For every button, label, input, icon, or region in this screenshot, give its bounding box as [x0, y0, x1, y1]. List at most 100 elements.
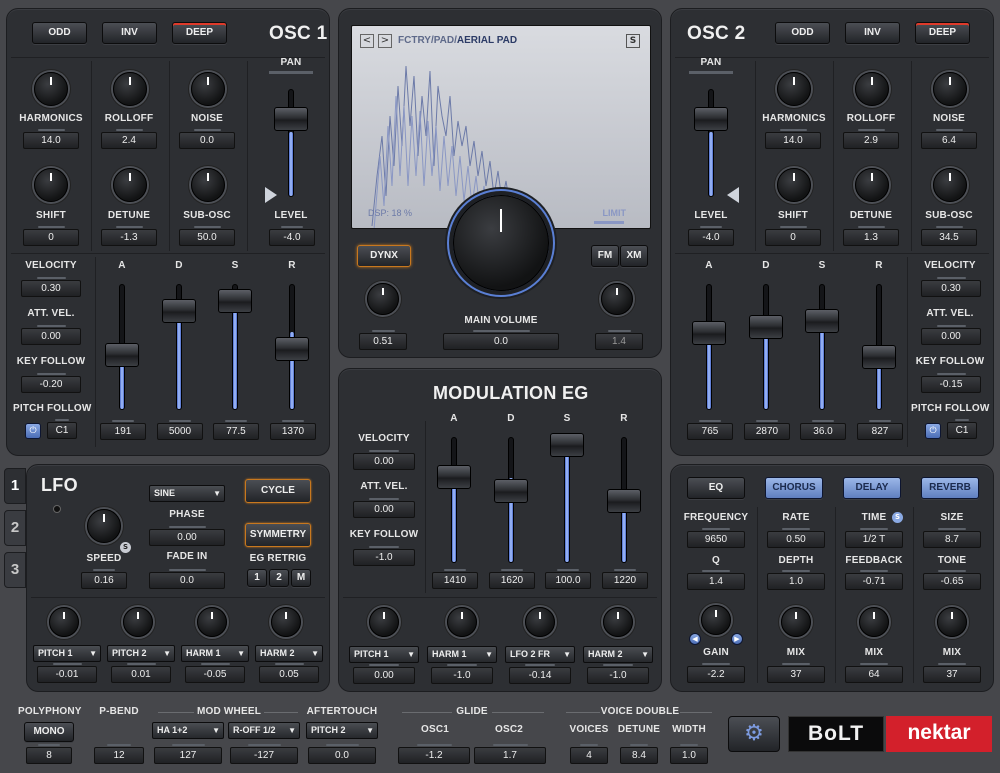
modeg-r-value[interactable]: 1220 — [602, 569, 648, 589]
osc1-subosc-value[interactable]: 50.0 — [179, 226, 235, 246]
modeg-dest3-dropdown[interactable]: LFO 2 FR — [505, 646, 575, 663]
lfo-dest1-amount-knob[interactable] — [49, 607, 79, 637]
osc1-velocity-value[interactable]: 0.30 — [21, 277, 81, 297]
delay-button[interactable]: DELAY — [843, 477, 901, 499]
osc1-r-slider-cap[interactable] — [275, 337, 309, 361]
osc2-shift-knob[interactable] — [777, 168, 811, 202]
display-prev-button[interactable]: < — [360, 34, 374, 48]
lfo-dest4-dropdown[interactable]: HARM 2 — [255, 645, 323, 662]
lfo-dest2-value[interactable]: 0.01 — [111, 663, 171, 683]
eq-button[interactable]: EQ — [687, 477, 745, 499]
osc2-detune-knob[interactable] — [855, 168, 889, 202]
lfo-cycle-button[interactable]: CYCLE — [245, 479, 311, 503]
osc1-level-slider-cap[interactable] — [274, 107, 308, 131]
settings-button[interactable]: ⚙ — [728, 716, 780, 752]
width-value[interactable]: 1.0 — [670, 744, 708, 764]
osc2-shift-value[interactable]: 0 — [765, 226, 821, 246]
reverb-mix-value[interactable]: 37 — [923, 663, 981, 683]
dynx-amount-value[interactable]: 0.51 — [359, 330, 407, 350]
modeg-r-slider-cap[interactable] — [607, 489, 641, 513]
modeg-attvel-value[interactable]: 0.00 — [353, 498, 415, 518]
osc1-r-value[interactable]: 1370 — [270, 420, 316, 440]
lfo-dest2-dropdown[interactable]: PITCH 2 — [107, 645, 175, 662]
modeg-dest1-amount-knob[interactable] — [369, 607, 399, 637]
modwheel-dest1-dropdown[interactable]: HA 1+2 — [152, 722, 224, 739]
modeg-dest2-dropdown[interactable]: HARM 1 — [427, 646, 497, 663]
osc2-a-value[interactable]: 765 — [687, 420, 733, 440]
osc2-r-slider-cap[interactable] — [862, 345, 896, 369]
fm-xm-amount-knob[interactable] — [601, 283, 633, 315]
lfo-retrig-m-button[interactable]: M — [291, 569, 311, 587]
osc2-detune-value[interactable]: 1.3 — [843, 226, 899, 246]
osc1-inv-button[interactable]: INV — [102, 22, 157, 44]
delay-mix-knob[interactable] — [859, 607, 889, 637]
osc2-inv-button[interactable]: INV — [845, 22, 900, 44]
osc1-s-slider-cap[interactable] — [218, 289, 252, 313]
osc1-a-value[interactable]: 191 — [100, 420, 146, 440]
osc1-keyfollow-value[interactable]: -0.20 — [21, 373, 81, 393]
osc1-odd-button[interactable]: ODD — [32, 22, 87, 44]
modeg-dest1-value[interactable]: 0.00 — [353, 664, 415, 684]
osc1-a-slider-cap[interactable] — [105, 343, 139, 367]
delay-time-value[interactable]: 1/2 T — [845, 528, 903, 548]
lfo-dest1-value[interactable]: -0.01 — [37, 663, 97, 683]
osc2-level-value[interactable]: -4.0 — [688, 226, 734, 246]
lfo-fadein-value[interactable]: 0.0 — [149, 569, 225, 589]
reverb-mix-knob[interactable] — [937, 607, 967, 637]
modeg-dest4-dropdown[interactable]: HARM 2 — [583, 646, 653, 663]
modwheel-dest2-value[interactable]: -127 — [230, 744, 298, 764]
lfo-retrig-2-button[interactable]: 2 — [269, 569, 289, 587]
detune-value[interactable]: 8.4 — [620, 744, 658, 764]
osc2-deep-button[interactable]: DEEP — [915, 22, 970, 44]
eq-gain-right-icon[interactable]: ▶ — [731, 633, 743, 645]
osc2-odd-button[interactable]: ODD — [775, 22, 830, 44]
osc1-rolloff-value[interactable]: 2.4 — [101, 129, 157, 149]
voices-value[interactable]: 4 — [570, 744, 608, 764]
aftertouch-value[interactable]: 0.0 — [308, 744, 376, 764]
modwheel-dest1-value[interactable]: 127 — [154, 744, 222, 764]
lfo-dest3-value[interactable]: -0.05 — [185, 663, 245, 683]
osc1-harmonics-knob[interactable] — [34, 72, 68, 106]
reverb-tone-value[interactable]: -0.65 — [923, 570, 981, 590]
chorus-rate-value[interactable]: 0.50 — [767, 528, 825, 548]
osc1-noise-value[interactable]: 0.0 — [179, 129, 235, 149]
aftertouch-dropdown[interactable]: PITCH 2 — [306, 722, 378, 739]
modeg-dest3-amount-knob[interactable] — [525, 607, 555, 637]
osc2-pitchfollow-power-icon[interactable]: ⏻ — [925, 423, 941, 439]
modeg-dest4-amount-knob[interactable] — [603, 607, 633, 637]
modeg-d-slider-cap[interactable] — [494, 479, 528, 503]
osc2-s-value[interactable]: 36.0 — [800, 420, 846, 440]
osc2-keyfollow-value[interactable]: -0.15 — [921, 373, 981, 393]
osc2-rolloff-value[interactable]: 2.9 — [843, 129, 899, 149]
eq-gain-value[interactable]: -2.2 — [687, 663, 745, 683]
osc2-s-slider-track[interactable] — [819, 284, 825, 410]
reverb-button[interactable]: REVERB — [921, 477, 979, 499]
lfo-speed-sync-icon[interactable]: S — [120, 542, 131, 553]
osc2-velocity-value[interactable]: 0.30 — [921, 277, 981, 297]
eq-frequency-value[interactable]: 9650 — [687, 528, 745, 548]
eq-gain-knob[interactable] — [701, 605, 731, 635]
modeg-d-value[interactable]: 1620 — [489, 569, 535, 589]
lfo-retrig-1-button[interactable]: 1 — [247, 569, 267, 587]
lfo-symmetry-button[interactable]: SYMMETRY — [245, 523, 311, 547]
osc1-attvel-value[interactable]: 0.00 — [21, 325, 81, 345]
modeg-keyfollow-value[interactable]: -1.0 — [353, 546, 415, 566]
glide-osc2-value[interactable]: 1.7 — [474, 744, 546, 764]
osc1-pitchfollow-value[interactable]: C1 — [47, 419, 77, 439]
modeg-dest4-value[interactable]: -1.0 — [587, 664, 649, 684]
lfo-shape-dropdown[interactable]: SINE — [149, 485, 225, 502]
osc2-s-slider-cap[interactable] — [805, 309, 839, 333]
modeg-s-slider-cap[interactable] — [550, 433, 584, 457]
osc1-detune-knob[interactable] — [113, 168, 147, 202]
osc1-shift-value[interactable]: 0 — [23, 226, 79, 246]
lfo-dest4-value[interactable]: 0.05 — [259, 663, 319, 683]
modwheel-dest2-dropdown[interactable]: R-OFF 1/2 — [228, 722, 300, 739]
chorus-button[interactable]: CHORUS — [765, 477, 823, 499]
delay-time-sync-icon[interactable]: S — [892, 512, 903, 523]
osc2-harmonics-knob[interactable] — [777, 72, 811, 106]
reverb-size-value[interactable]: 8.7 — [923, 528, 981, 548]
osc1-shift-knob[interactable] — [34, 168, 68, 202]
osc2-d-value[interactable]: 2870 — [744, 420, 790, 440]
osc2-noise-knob[interactable] — [933, 72, 967, 106]
fm-xm-amount-value[interactable]: 1.4 — [595, 330, 643, 350]
